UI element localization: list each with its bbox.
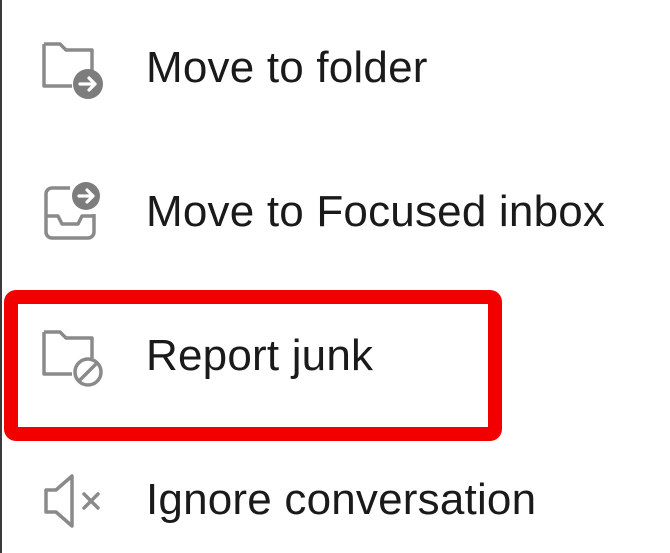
inbox-move-icon: [40, 180, 106, 246]
context-menu: Move to folder Move to Focused inbox Rep…: [0, 0, 670, 553]
folder-move-icon: [40, 36, 106, 102]
menu-item-report-junk[interactable]: Report junk: [0, 306, 670, 406]
menu-item-move-to-focused-inbox[interactable]: Move to Focused inbox: [0, 162, 670, 262]
menu-item-label: Move to Focused inbox: [146, 187, 606, 236]
menu-item-label: Ignore conversation: [146, 475, 537, 524]
menu-item-label: Move to folder: [146, 43, 428, 92]
menu-item-ignore-conversation[interactable]: Ignore conversation: [0, 450, 670, 550]
speaker-mute-icon: [40, 468, 106, 534]
menu-item-move-to-folder[interactable]: Move to folder: [0, 18, 670, 118]
folder-block-icon: [40, 324, 106, 390]
menu-item-label: Report junk: [146, 331, 374, 380]
